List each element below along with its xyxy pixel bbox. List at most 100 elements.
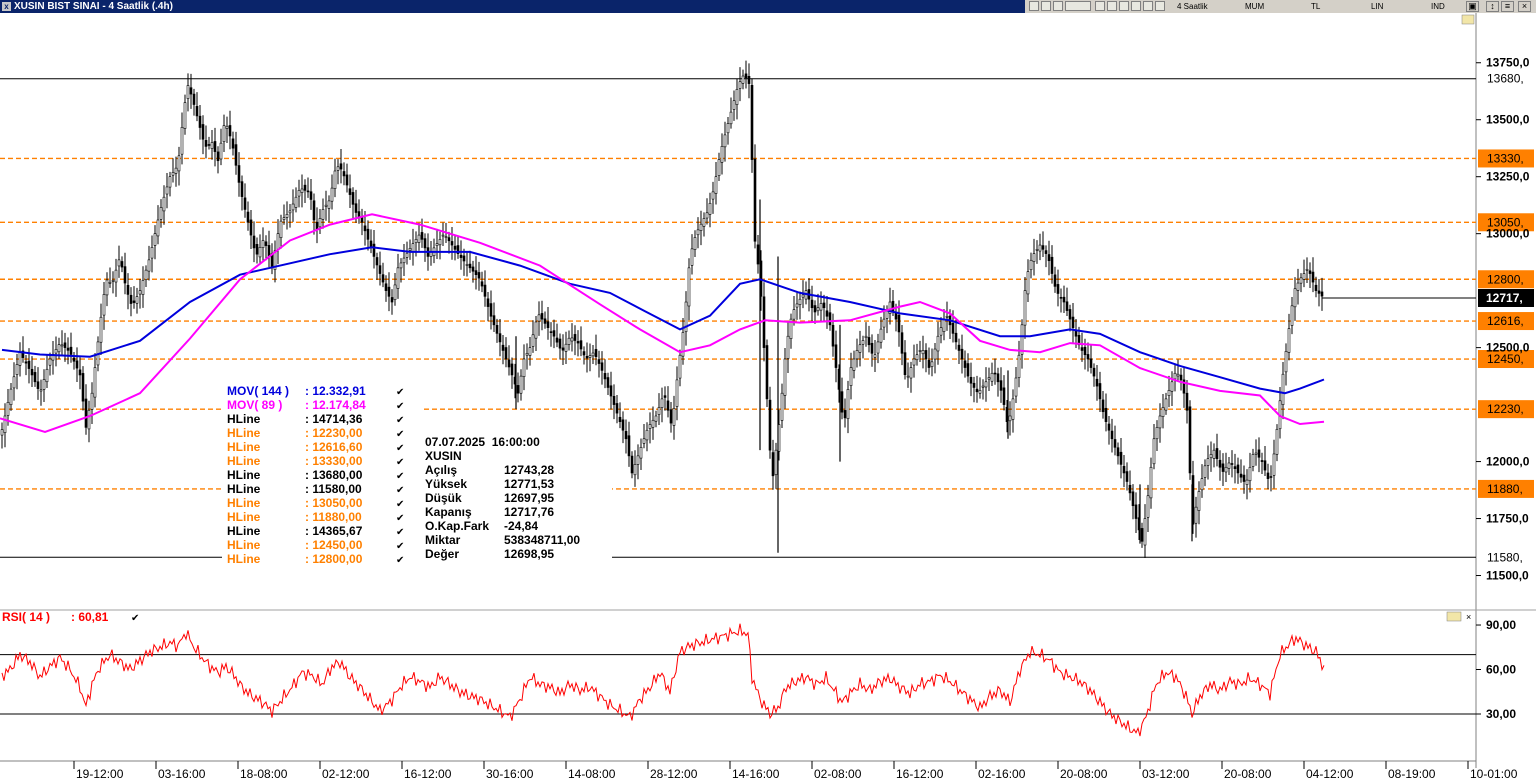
candle-body — [1050, 256, 1054, 274]
legend-check-icon[interactable]: ✔ — [396, 513, 404, 524]
candle-body — [381, 274, 385, 283]
candle-body — [1086, 354, 1090, 360]
candle-body — [534, 321, 538, 339]
legend-check-icon[interactable]: ✔ — [396, 429, 404, 440]
legend-check-icon[interactable]: ✔ — [396, 387, 404, 398]
candle-body — [1203, 465, 1207, 478]
rsi-pane-maximize-icon[interactable] — [1446, 611, 1462, 622]
candle-body — [1284, 351, 1288, 373]
rsi-check-icon[interactable]: ✔ — [131, 613, 139, 624]
candle-body — [1239, 473, 1243, 478]
legend-check-icon[interactable]: ✔ — [396, 499, 404, 510]
candle-body — [969, 376, 973, 384]
candle-body — [1185, 392, 1189, 411]
candle-body — [1104, 407, 1108, 422]
candle-body — [156, 219, 160, 237]
indicator-label[interactable]: IND — [1431, 0, 1445, 13]
candle-body — [765, 345, 769, 400]
pen-tool-icon[interactable] — [1119, 1, 1129, 11]
settings-tool-icon[interactable] — [1143, 1, 1153, 11]
legend-check-icon[interactable]: ✔ — [396, 415, 404, 426]
candle-body — [885, 310, 889, 319]
chart-style-label[interactable]: MUM — [1245, 0, 1264, 13]
app-menu-icon[interactable]: x — [2, 2, 11, 11]
legend-check-icon[interactable]: ✔ — [396, 471, 404, 482]
period-dropdown-icon[interactable] — [1155, 1, 1165, 11]
candle-body — [537, 314, 541, 322]
candle-body — [1095, 378, 1099, 387]
legend-check-icon[interactable]: ✔ — [396, 485, 404, 496]
cursor-tool-icon[interactable] — [1053, 1, 1063, 11]
candle-body — [1212, 449, 1216, 459]
rsi-pane-close-icon[interactable]: × — [1466, 612, 1471, 622]
candle-body — [1056, 284, 1060, 294]
candle-body — [756, 244, 760, 265]
candle-body — [564, 343, 568, 352]
candle-body — [90, 392, 94, 410]
draw-tool-icon[interactable] — [1107, 1, 1117, 11]
candle-body — [921, 350, 925, 355]
candle-body — [585, 355, 589, 359]
close-icon[interactable]: × — [1518, 1, 1531, 12]
candle-body — [744, 73, 748, 79]
currency-label[interactable]: TL — [1311, 0, 1320, 13]
crosshair-tool-icon[interactable] — [1029, 1, 1039, 11]
candle-body — [408, 248, 412, 251]
candle-body — [1209, 454, 1213, 459]
candle-body — [9, 388, 13, 406]
candle-body — [708, 202, 712, 215]
infobox-datetime: 07.07.2025 16:00:00 — [425, 435, 540, 449]
candle-body — [1242, 474, 1246, 482]
restore-icon[interactable]: ▣ — [1466, 1, 1479, 12]
legend-check-icon[interactable]: ✔ — [396, 555, 404, 566]
candle-body — [1140, 528, 1144, 542]
candle-body — [6, 402, 10, 416]
period-label[interactable]: 4 Saatlik — [1177, 0, 1208, 13]
chart-area[interactable]: × 13680,13330,13050,12800,12616,12450,12… — [0, 13, 1536, 781]
minimize-icon[interactable]: ↕ — [1486, 1, 1499, 12]
legend-check-icon[interactable]: ✔ — [396, 443, 404, 454]
legend-check-icon[interactable]: ✔ — [396, 457, 404, 468]
candle-body — [750, 85, 754, 160]
legend-item-value: : 11880,00 — [305, 510, 362, 524]
zoom-tool-icon[interactable] — [1041, 1, 1051, 11]
pane-maximize-icon[interactable] — [1461, 14, 1475, 25]
candle-body — [1068, 309, 1072, 320]
window-menu-icon[interactable]: ≡ — [1501, 1, 1514, 12]
infobox-value: -24,84 — [504, 519, 538, 533]
candle-body — [1215, 448, 1219, 460]
candle-body — [24, 361, 28, 364]
candle-body — [102, 294, 106, 316]
grid-tool-icon[interactable] — [1095, 1, 1105, 11]
candle-body — [252, 235, 256, 249]
candle-body — [642, 438, 646, 444]
candle-body — [390, 297, 394, 303]
legend-check-icon[interactable]: ✔ — [396, 527, 404, 538]
candle-body — [636, 455, 640, 465]
template-select[interactable] — [1065, 1, 1091, 11]
candle-body — [975, 388, 979, 393]
candle-body — [1254, 452, 1258, 455]
candle-body — [123, 266, 127, 284]
window-title: XUSIN BIST SINAI - 4 Saatlik (.4h) — [14, 1, 173, 12]
candle-body — [111, 280, 115, 282]
fill-tool-icon[interactable] — [1131, 1, 1141, 11]
candle-body — [1131, 491, 1135, 507]
infobox-label: Açılış — [425, 463, 457, 477]
candle-body — [552, 330, 556, 337]
candle-body — [729, 111, 733, 125]
candle-body — [1038, 244, 1042, 252]
candle-body — [162, 196, 166, 212]
candle-body — [297, 190, 301, 197]
scale-label[interactable]: LIN — [1371, 0, 1383, 13]
candle-body — [822, 302, 826, 309]
candle-body — [1305, 268, 1309, 271]
legend-item-value: : 14714,36 — [305, 412, 363, 426]
candle-body — [978, 390, 982, 394]
hline-label: 11880, — [1487, 482, 1523, 496]
candle-body — [732, 100, 736, 110]
candle-body — [936, 335, 940, 352]
legend-check-icon[interactable]: ✔ — [396, 541, 404, 552]
legend-check-icon[interactable]: ✔ — [396, 401, 404, 412]
candle-body — [951, 322, 955, 334]
